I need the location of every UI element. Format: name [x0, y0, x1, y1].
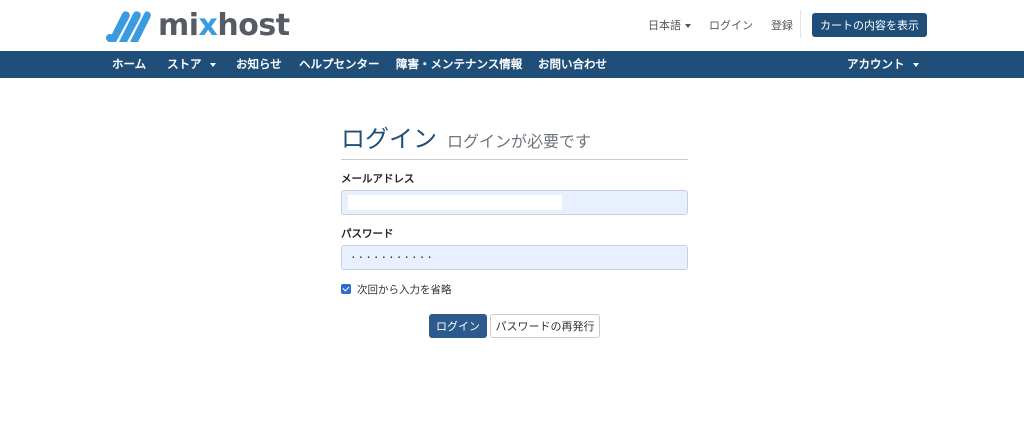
- login-form: ログイン ログインが必要です メールアドレス パスワード ···········…: [341, 120, 688, 296]
- form-actions: ログイン パスワードの再発行: [429, 314, 600, 338]
- nav-item-help-center[interactable]: ヘルプセンター: [299, 51, 380, 78]
- caret-down-icon: [685, 24, 691, 28]
- remember-me-checkbox[interactable]: [341, 284, 351, 294]
- nav-item-contact[interactable]: お問い合わせ: [538, 51, 607, 78]
- top-links: 日本語 ログイン 登録: [648, 13, 811, 37]
- nav-item-announcements[interactable]: お知らせ: [236, 51, 282, 78]
- stripes-logo-icon: [102, 8, 152, 44]
- login-button[interactable]: ログイン: [429, 314, 487, 338]
- nav-item-home[interactable]: ホーム: [112, 51, 146, 78]
- main-navbar: ホーム ストア お知らせ ヘルプセンター 障害・メンテナンス情報 お問い合わせ …: [0, 51, 1024, 78]
- password-field[interactable]: ···········: [341, 245, 688, 270]
- mixhost-logo[interactable]: mixhost: [102, 8, 290, 44]
- nav-item-account[interactable]: アカウント: [847, 51, 919, 78]
- remember-me-label: 次回から入力を省略: [357, 283, 452, 296]
- login-link[interactable]: ログイン: [709, 17, 753, 33]
- redacted-email-value: [348, 195, 562, 210]
- page-title: ログイン: [341, 125, 437, 153]
- top-header: mixhost 日本語 ログイン 登録 カートの内容を表示: [0, 0, 1024, 51]
- caret-down-icon: [209, 62, 216, 67]
- register-link[interactable]: 登録: [771, 17, 793, 33]
- caret-down-icon: [912, 62, 919, 67]
- password-label: パスワード: [341, 228, 394, 240]
- language-dropdown[interactable]: 日本語: [648, 17, 691, 33]
- reset-password-button[interactable]: パスワードの再発行: [490, 314, 600, 338]
- nav-item-store[interactable]: ストア: [167, 51, 216, 78]
- email-field[interactable]: [341, 190, 688, 215]
- nav-item-status[interactable]: 障害・メンテナンス情報: [396, 51, 522, 78]
- page-header: ログイン ログインが必要です: [341, 120, 688, 160]
- view-cart-button[interactable]: カートの内容を表示: [812, 13, 927, 37]
- page-subtitle: ログインが必要です: [447, 132, 592, 151]
- remember-me[interactable]: 次回から入力を省略: [341, 282, 688, 296]
- divider: [800, 10, 801, 38]
- email-label: メールアドレス: [341, 173, 415, 185]
- brand-name: mixhost: [158, 8, 290, 43]
